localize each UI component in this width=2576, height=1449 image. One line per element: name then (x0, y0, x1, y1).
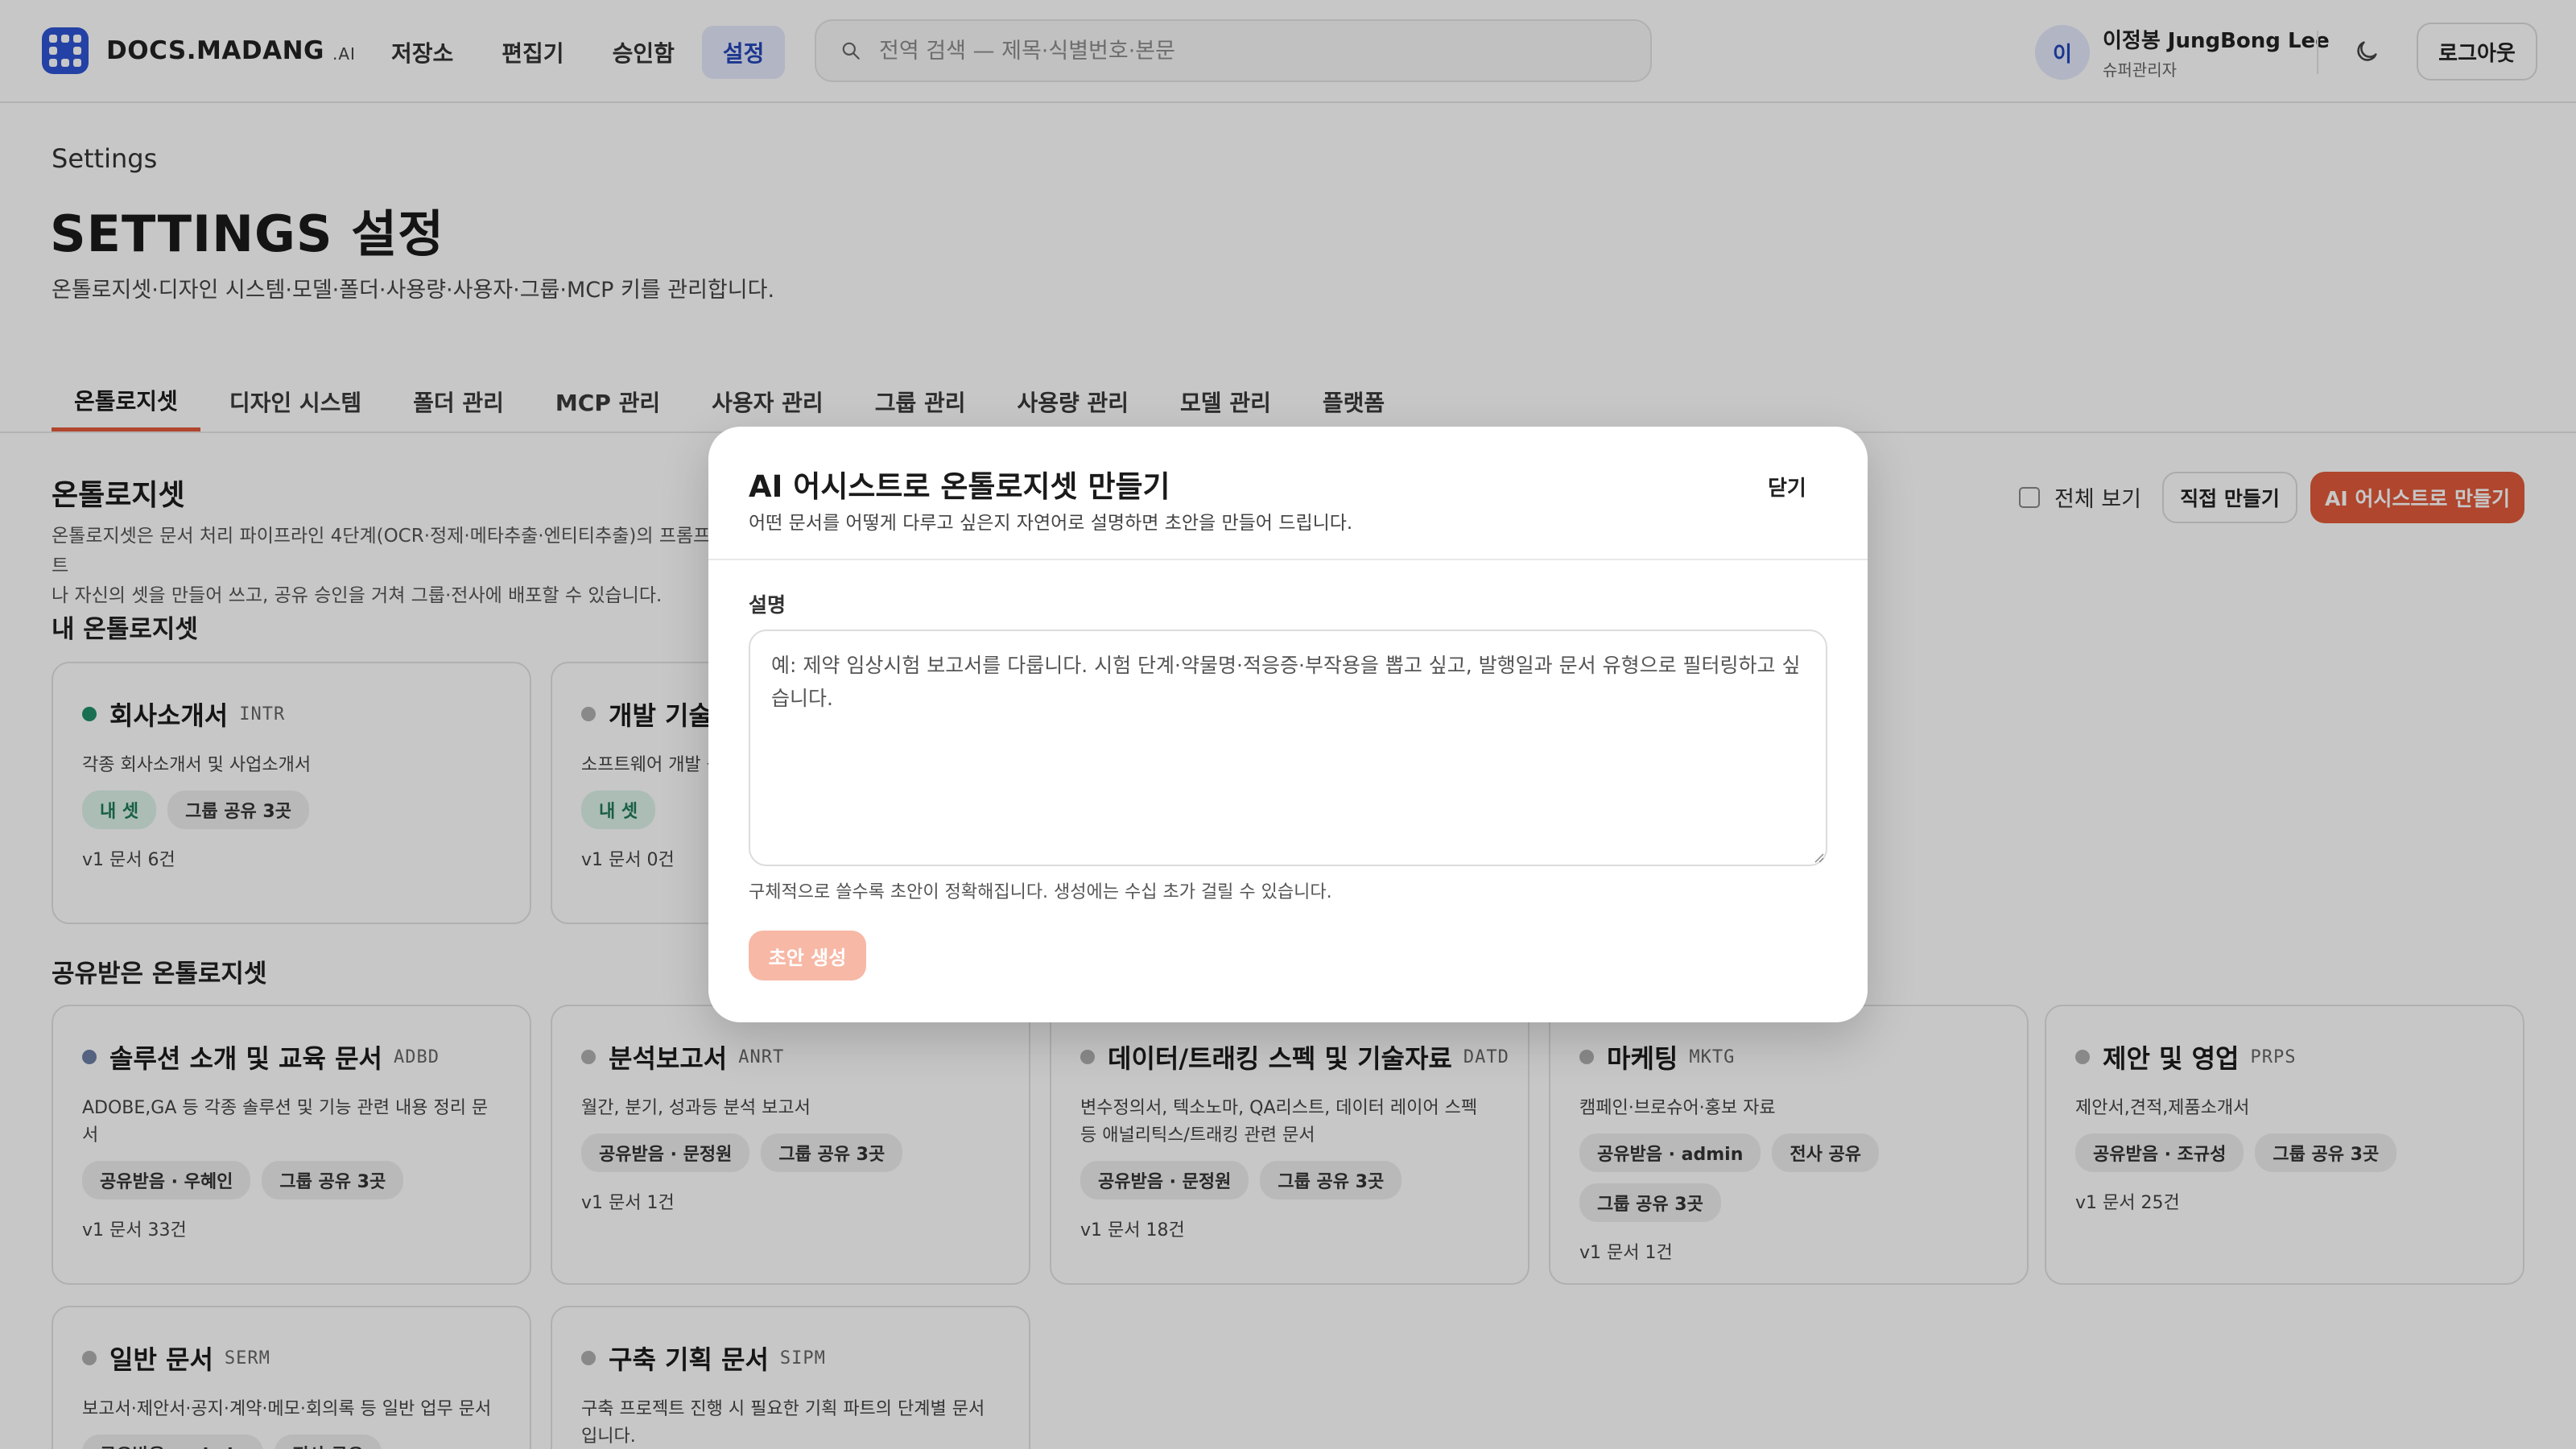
close-button[interactable]: 닫기 (1768, 472, 1806, 502)
modal-title: AI 어시스트로 온톨로지셋 만들기 (749, 469, 1170, 504)
generate-draft-button[interactable]: 초안 생성 (749, 931, 866, 980)
modal-divider (708, 559, 1868, 560)
description-label: 설명 (749, 593, 786, 617)
ai-assist-modal: AI 어시스트로 온톨로지셋 만들기 어떤 문서를 어떻게 다루고 싶은지 자연… (708, 427, 1868, 1022)
modal-subtitle: 어떤 문서를 어떻게 다루고 싶은지 자연어로 설명하면 초안을 만들어 드립니… (749, 513, 1353, 534)
help-text: 구체적으로 쓸수록 초안이 정확해집니다. 생성에는 수십 초가 걸릴 수 있습… (749, 882, 1332, 902)
resize-handle-icon[interactable] (1813, 852, 1824, 863)
description-textarea[interactable] (749, 630, 1827, 866)
